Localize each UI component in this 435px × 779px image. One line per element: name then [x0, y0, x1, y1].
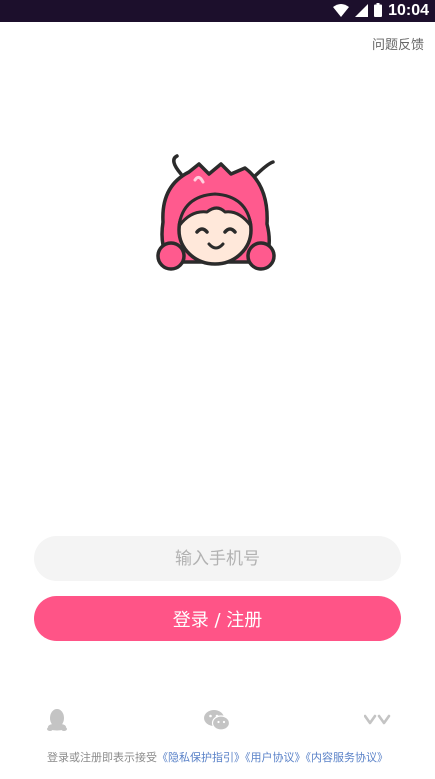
content-service-agreement-link[interactable]: 《内容服务协议》: [306, 751, 389, 764]
feedback-link[interactable]: 问题反馈: [372, 34, 424, 53]
lobster-girl-mascot-icon: [156, 154, 276, 271]
qq-login-button[interactable]: [43, 706, 71, 734]
status-time: 10:04: [388, 2, 429, 19]
user-agreement-link[interactable]: 《用户协议》: [245, 751, 306, 764]
privacy-guide-link[interactable]: 《隐私保护指引》: [157, 751, 245, 764]
wechat-login-button[interactable]: [203, 706, 231, 734]
status-bar: 10:04: [0, 0, 435, 22]
login-register-button[interactable]: 登录 / 注册: [34, 596, 401, 641]
yy-icon: [364, 714, 391, 725]
wifi-icon: [333, 2, 350, 21]
agreement-text: 登录或注册即表示接受《隐私保护指引》《用户协议》《内容服务协议》: [0, 749, 435, 765]
wechat-icon: [204, 710, 230, 731]
yy-login-button[interactable]: [364, 706, 392, 734]
battery-icon: [374, 2, 383, 21]
status-icons: 10:04: [333, 0, 429, 22]
app-logo: [155, 152, 279, 276]
signal-icon: [355, 2, 369, 21]
qq-icon: [47, 709, 67, 731]
agreement-prefix: 登录或注册即表示接受: [47, 751, 157, 764]
phone-input[interactable]: [34, 536, 401, 581]
login-register-button-label: 登录 / 注册: [172, 609, 263, 631]
